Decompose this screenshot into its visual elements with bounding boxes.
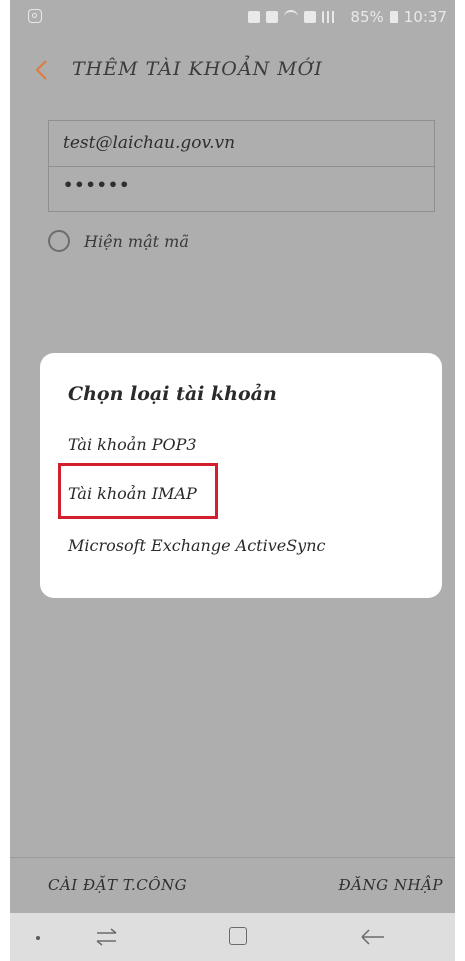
nav-back-icon[interactable]	[358, 925, 388, 949]
credentials-box: test@laichau.gov.vn ••••••	[48, 120, 435, 212]
show-password-toggle[interactable]: Hiện mật mã	[48, 230, 189, 252]
signal-icon	[322, 11, 345, 23]
bottom-divider	[10, 857, 455, 858]
option-pop3[interactable]: Tài khoản POP3	[68, 435, 197, 454]
battery-percent: 85%	[350, 8, 384, 26]
password-field[interactable]: ••••••	[49, 167, 434, 213]
login-button[interactable]: ĐĂNG NHẬP	[339, 876, 443, 894]
phone-screen: 85% 10:37 THÊM TÀI KHOẢN MỚI test@laicha…	[10, 0, 455, 961]
app-bar: THÊM TÀI KHOẢN MỚI	[10, 44, 455, 94]
show-password-radio[interactable]	[48, 230, 70, 252]
back-arrow-icon[interactable]	[32, 58, 52, 82]
clock-time: 10:37	[403, 8, 447, 26]
wifi-icon	[284, 10, 299, 24]
instagram-icon	[28, 9, 42, 23]
option-exchange-activesync[interactable]: Microsoft Exchange ActiveSync	[68, 536, 325, 555]
option-imap[interactable]: Tài khoản IMAP	[68, 484, 197, 503]
navigation-bar	[10, 913, 455, 961]
nav-indicator-dot	[36, 936, 40, 940]
manual-setup-button[interactable]: CÀI ĐẶT T.CÔNG	[48, 876, 187, 894]
dialog-title: Chọn loại tài khoản	[68, 383, 277, 405]
page-title: THÊM TÀI KHOẢN MỚI	[72, 58, 323, 80]
recent-apps-icon[interactable]	[92, 924, 122, 950]
alarm-icon	[266, 11, 279, 23]
account-type-dialog: Chọn loại tài khoản Tài khoản POP3 Tài k…	[40, 353, 442, 598]
email-field[interactable]: test@laichau.gov.vn	[49, 121, 434, 167]
battery-icon	[389, 11, 398, 23]
nfc-icon	[304, 11, 317, 23]
status-bar: 85% 10:37	[10, 0, 455, 38]
home-icon[interactable]	[229, 927, 247, 945]
status-icons: 85% 10:37	[248, 8, 447, 26]
show-password-label: Hiện mật mã	[84, 231, 189, 251]
notification-icon	[248, 11, 261, 23]
